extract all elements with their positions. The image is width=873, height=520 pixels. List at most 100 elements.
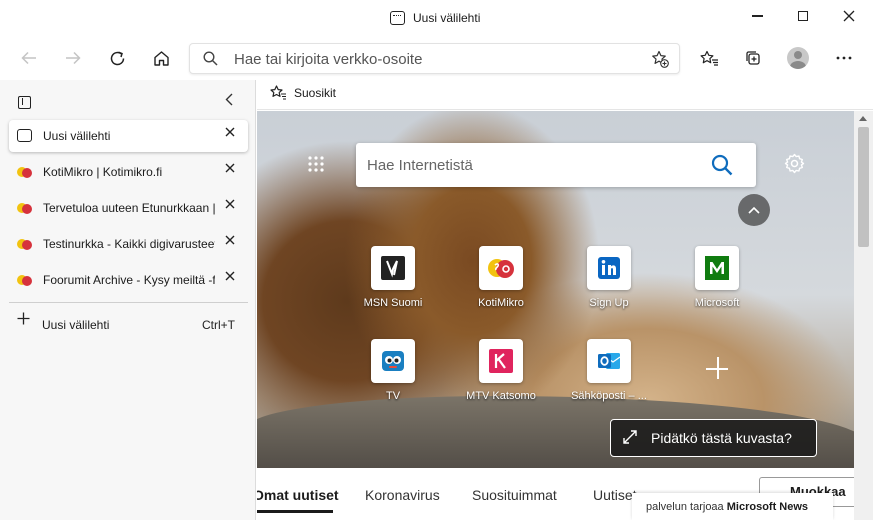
gear-icon (784, 153, 805, 174)
search-icon (711, 154, 733, 176)
forward-button[interactable] (58, 43, 88, 73)
scroll-up-button[interactable] (738, 194, 770, 226)
microsoft-icon (695, 246, 739, 290)
new-tab-page: Hae Internetistä MSN Suomi KotiMikro Sig… (257, 111, 854, 520)
news-tab-my-news[interactable]: Omat uutiset (257, 487, 339, 503)
tab-label: Foorumit Archive - Kysy meiltä -foorumi (43, 273, 215, 287)
active-tab-indicator (257, 510, 333, 513)
close-window-button[interactable] (826, 0, 872, 32)
quick-link-sign-up[interactable]: Sign Up (564, 246, 654, 309)
new-tab-icon (17, 129, 32, 142)
expand-icon (623, 430, 637, 444)
favorites-icon (700, 50, 718, 66)
maximize-button[interactable] (780, 0, 826, 32)
about-image-label: Pidätkö tästä kuvasta? (651, 430, 792, 446)
tv-icon (371, 339, 415, 383)
favorites-button[interactable] (694, 43, 724, 73)
favorites-label: Suosikit (294, 85, 337, 100)
close-tab-button[interactable] (225, 271, 235, 281)
vertical-tab-foorumit[interactable]: Foorumit Archive - Kysy meiltä -foorumi (9, 264, 248, 296)
close-icon (225, 235, 235, 245)
chevron-up-icon (748, 206, 760, 214)
provider-prefix: palvelun tarjoaa (646, 501, 724, 513)
add-favorite-button[interactable] (651, 50, 669, 68)
address-bar[interactable]: Hae tai kirjoita verkko-osoite (189, 43, 680, 74)
refresh-icon (110, 51, 124, 65)
close-tab-button[interactable] (225, 163, 235, 173)
refresh-button[interactable] (102, 43, 132, 73)
favorites-icon (270, 85, 286, 100)
katsomo-icon (479, 339, 523, 383)
news-tab-popular[interactable]: Suosituimmat (472, 487, 557, 503)
close-icon (225, 271, 235, 281)
toolbar: Hae tai kirjoita verkko-osoite (0, 36, 873, 80)
settings-more-button[interactable] (829, 43, 859, 73)
minimize-button[interactable] (734, 0, 780, 32)
news-tab-news[interactable]: Uutiset (593, 487, 637, 503)
collections-icon (746, 51, 760, 65)
favorites-folder[interactable]: Suosikit (270, 85, 336, 100)
quick-link-tv[interactable]: TV (348, 339, 438, 402)
scroll-thumb[interactable] (858, 127, 869, 247)
arrow-right-icon (66, 51, 81, 65)
close-icon (225, 163, 235, 173)
vertical-tab-etunurkka[interactable]: Tervetuloa uuteen Etunurkkaan | Kotimikr… (9, 192, 248, 224)
home-icon (153, 51, 169, 66)
quick-link-mtv-katsomo[interactable]: MTV Katsomo (456, 339, 546, 402)
quick-link-msn[interactable]: MSN Suomi (348, 246, 438, 309)
provider-name: Microsoft News (726, 501, 809, 513)
close-tab-button[interactable] (225, 235, 235, 245)
vertical-tab-testinurkka[interactable]: Testinurkka - Kaikki digivarusteet (9, 228, 248, 260)
quick-link-label: MTV Katsomo (466, 390, 536, 402)
quick-link-kotimikro[interactable]: KotiMikro (456, 246, 546, 309)
close-icon (225, 127, 235, 137)
vertical-tab-kotimikro[interactable]: KotiMikro | Kotimikro.fi (9, 156, 248, 188)
page-settings-button[interactable] (784, 153, 805, 174)
kotimikro-favicon (17, 273, 33, 287)
close-tab-button[interactable] (225, 127, 235, 137)
outlook-icon (587, 339, 631, 383)
sidebar-divider (9, 302, 248, 303)
close-tab-button[interactable] (225, 199, 235, 209)
minimize-icon (751, 15, 763, 17)
add-quick-link-button[interactable] (706, 357, 730, 381)
quick-link-outlook[interactable]: Sähköposti – ... (564, 339, 654, 402)
tab-actions-icon[interactable] (18, 96, 31, 109)
news-tab-coronavirus[interactable]: Koronavirus (365, 487, 440, 503)
search-submit-button[interactable] (710, 153, 734, 177)
kotimikro-favicon (17, 201, 33, 215)
window-title: Uusi välilehti (390, 11, 480, 25)
home-button[interactable] (146, 43, 176, 73)
linkedin-icon (587, 246, 631, 290)
web-search-box[interactable]: Hae Internetistä (356, 143, 756, 187)
page-scrollbar[interactable] (854, 111, 873, 520)
about-image-button[interactable]: Pidätkö tästä kuvasta? (610, 419, 817, 457)
tab-label: Testinurkka - Kaikki digivarusteet (43, 237, 215, 251)
tab-label: Tervetuloa uuteen Etunurkkaan | Kotimikr… (43, 201, 215, 215)
more-icon (836, 56, 852, 60)
kotimikro-favicon (17, 237, 33, 251)
address-placeholder: Hae tai kirjoita verkko-osoite (234, 51, 423, 68)
maximize-icon (798, 11, 808, 21)
apps-launcher-button[interactable] (307, 155, 325, 173)
collections-button[interactable] (738, 43, 768, 73)
scroll-up-arrow-icon[interactable] (859, 116, 867, 121)
vertical-tab-new-tab[interactable]: Uusi välilehti (9, 120, 248, 152)
favorites-bar: Suosikit (257, 80, 873, 110)
sidebar-header (0, 80, 256, 116)
back-button[interactable] (14, 43, 44, 73)
collapse-sidebar-button[interactable] (225, 93, 233, 106)
new-tab-label: Uusi välilehti (42, 318, 110, 332)
new-tab-button[interactable]: Uusi välilehti Ctrl+T (9, 310, 248, 338)
quick-link-label: Microsoft (694, 297, 740, 309)
tab-label: KotiMikro | Kotimikro.fi (43, 165, 163, 179)
window-title-text: Uusi välilehti (413, 11, 481, 25)
star-add-icon (652, 50, 669, 68)
quick-link-label: TV (385, 390, 401, 402)
quick-link-label: MSN Suomi (363, 297, 423, 309)
quick-link-microsoft[interactable]: Microsoft (672, 246, 762, 309)
new-tab-shortcut: Ctrl+T (202, 318, 235, 332)
profile-avatar[interactable] (787, 47, 809, 69)
quick-link-label: Sign Up (589, 297, 629, 309)
quick-link-label: Sähköposti – ... (571, 390, 647, 402)
